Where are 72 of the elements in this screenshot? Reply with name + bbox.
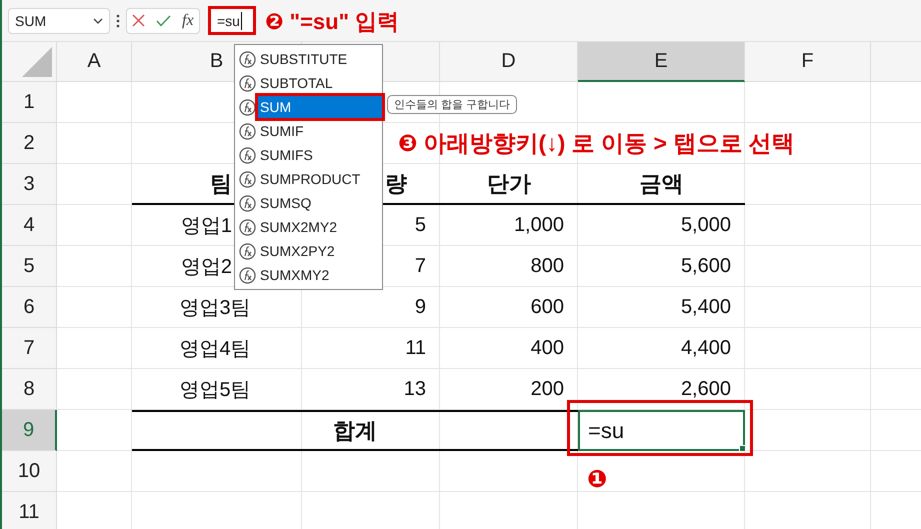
function-suggestion[interactable]: SUMX2PY2 (258, 240, 382, 262)
table-cell: 1,000 (514, 214, 564, 237)
formula-input[interactable]: =su (208, 6, 256, 35)
row-header[interactable]: 4 (2, 205, 57, 246)
table-cell-text: 영업1 (180, 214, 232, 239)
function-icon (239, 194, 256, 212)
function-icon (239, 122, 256, 140)
column-header[interactable]: D (440, 42, 578, 82)
table-cell: 800 (530, 255, 564, 278)
table-cell-text: 영업4팀 (179, 337, 251, 362)
function-icon (239, 98, 256, 116)
row-header[interactable]: 6 (2, 287, 57, 328)
row-header[interactable]: 1 (2, 82, 57, 123)
function-suggestion[interactable]: SUMPRODUCT (258, 168, 382, 190)
row-header[interactable]: 8 (2, 369, 57, 410)
column-heading: 량 (385, 170, 407, 198)
table-cell: 7 (414, 255, 426, 278)
table-cell: 5,000 (680, 214, 731, 237)
table-cell: 5,600 (680, 255, 731, 278)
table-cell: 200 (530, 378, 564, 401)
column-header[interactable]: A (57, 42, 132, 82)
row-header[interactable]: 5 (2, 246, 57, 287)
function-icon (239, 266, 256, 284)
step-number: ❶ (587, 465, 608, 494)
function-icon (239, 170, 256, 188)
table-cell: 11 (405, 337, 426, 360)
row-header[interactable]: 7 (2, 328, 57, 369)
table-cell: 600 (530, 296, 564, 319)
function-suggestion[interactable]: SUMIFS (258, 144, 382, 166)
table-cell-text: 영업5팀 (179, 378, 251, 403)
column-heading: 팀 (210, 170, 232, 198)
table-cell-text: 영업3팀 (179, 296, 251, 321)
row-header[interactable]: 9 (2, 410, 57, 451)
table-cell: 9 (414, 296, 426, 319)
column-heading: 단가 (487, 170, 531, 198)
row-header[interactable]: 2 (2, 123, 57, 164)
cancel-icon[interactable] (132, 14, 146, 27)
table-cell: 4,400 (680, 337, 731, 360)
annotation-text: "=su" 입력 (290, 8, 400, 36)
function-suggestion[interactable]: SUM (258, 96, 382, 118)
step-number: ❸ (398, 130, 418, 157)
function-icon (239, 50, 256, 68)
active-cell[interactable]: =su (578, 410, 745, 451)
function-icon (239, 242, 256, 260)
row-header[interactable]: 3 (2, 164, 57, 205)
hint-tooltip: 인수들의 합을 구합니다 (387, 95, 518, 114)
step-number: ❷ (265, 9, 284, 35)
row-header[interactable]: 10 (2, 451, 57, 492)
function-icon (239, 218, 256, 236)
more-icon[interactable] (116, 14, 120, 28)
table-cell: 400 (530, 337, 564, 360)
table-cell-text: 영업2 (180, 255, 232, 280)
chevron-down-icon (93, 18, 103, 24)
insert-function-button[interactable]: fx (182, 12, 194, 30)
column-header[interactable]: E (578, 42, 745, 82)
row-header[interactable]: 11 (2, 492, 57, 529)
function-suggestion[interactable]: SUMX2MY2 (258, 216, 382, 238)
column-heading: 금액 (640, 170, 684, 198)
function-suggestion[interactable]: SUMSQ (258, 192, 382, 214)
function-icon (239, 74, 256, 92)
total-label: 합계 (333, 416, 377, 444)
name-box[interactable]: SUM (8, 8, 110, 34)
table-cell: 2,600 (680, 378, 731, 401)
annotation-text: 아래방향키(↓) 로 이동 > 탭으로 선택 (423, 129, 795, 158)
table-cell: 13 (404, 378, 426, 401)
table-cell: 5,400 (680, 296, 731, 319)
table-cell: 5 (414, 214, 426, 237)
function-icon (239, 146, 256, 164)
column-header[interactable]: F (745, 42, 871, 82)
function-suggestion[interactable]: SUMIF (258, 120, 382, 142)
function-suggestion[interactable]: SUMXMY2 (258, 264, 382, 286)
check-icon[interactable] (156, 14, 172, 26)
